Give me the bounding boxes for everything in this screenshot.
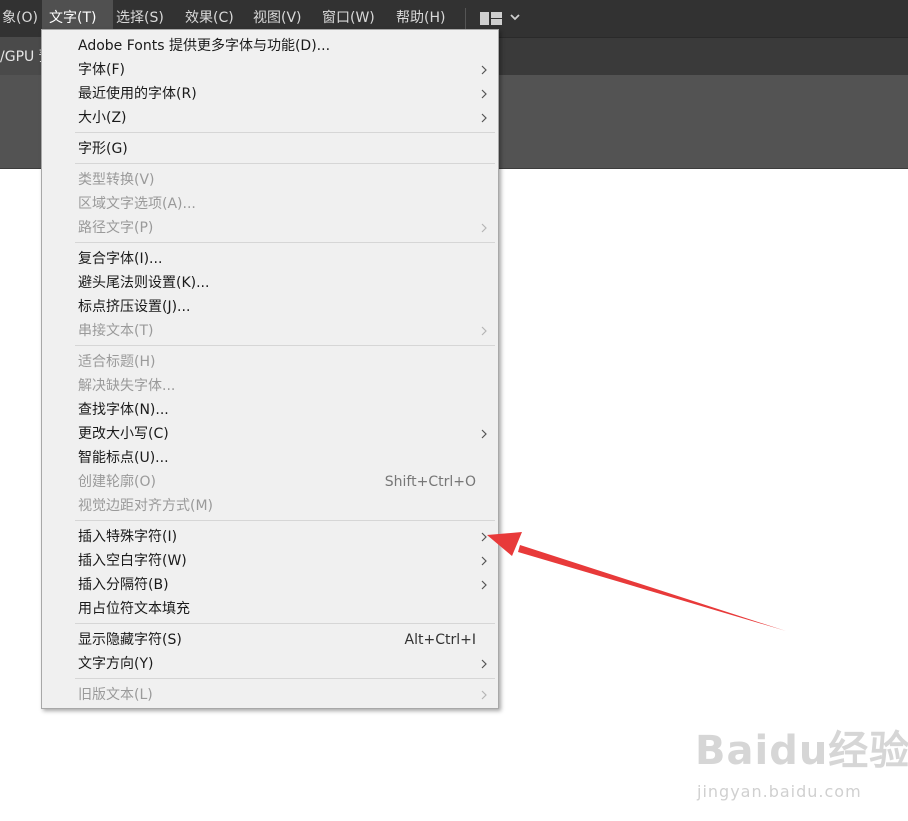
menu-item-label: 标点挤压设置(J)... — [78, 299, 191, 315]
menu-item-type-orientation[interactable]: 文字方向(Y) — [42, 652, 498, 676]
menu-item-label: 显示隐藏字符(S) — [78, 632, 182, 648]
submenu-arrow-icon — [481, 556, 487, 566]
menu-item-smart-punctuation[interactable]: 智能标点(U)... — [42, 446, 498, 470]
menu-item-label: 类型转换(V) — [78, 172, 155, 188]
submenu-arrow-icon — [481, 659, 487, 669]
chevron-down-icon[interactable] — [509, 11, 521, 23]
menu-item-label: 避头尾法则设置(K)... — [78, 275, 210, 291]
menu-item-insert-whitespace[interactable]: 插入空白字符(W) — [42, 549, 498, 573]
menu-item-glyphs[interactable]: 字形(G) — [42, 137, 498, 161]
menu-item-kinsoku-settings[interactable]: 避头尾法则设置(K)... — [42, 271, 498, 295]
submenu-arrow-icon — [481, 690, 487, 700]
menu-item-find-font[interactable]: 查找字体(N)... — [42, 398, 498, 422]
shortcut-label: Alt+Ctrl+I — [404, 632, 476, 648]
menu-item-label: 插入特殊字符(I) — [78, 529, 178, 545]
menu-separator — [75, 132, 495, 133]
baidu-watermark: Baidu经验 jingyan.baidu.com — [695, 718, 908, 818]
menu-item-label: 大小(Z) — [78, 110, 127, 126]
menu-item-label: 用占位符文本填充 — [78, 601, 190, 617]
menu-item-change-case[interactable]: 更改大小写(C) — [42, 422, 498, 446]
menu-item-label: 区域文字选项(A)... — [78, 196, 196, 212]
menu-item-insert-break[interactable]: 插入分隔符(B) — [42, 573, 498, 597]
menu-separator — [75, 242, 495, 243]
menu-item-legacy-text: 旧版文本(L) — [42, 683, 498, 707]
submenu-arrow-icon — [481, 89, 487, 99]
menu-separator — [75, 163, 495, 164]
watermark-logo: Baidu经验 — [695, 728, 908, 774]
menu-object[interactable]: 象(O) — [0, 0, 42, 37]
menu-item-label: 串接文本(T) — [78, 323, 154, 339]
menu-item-label: 智能标点(U)... — [78, 450, 169, 466]
submenu-arrow-icon — [481, 223, 487, 233]
menu-item-fill-placeholder-text[interactable]: 用占位符文本填充 — [42, 597, 498, 621]
submenu-arrow-icon — [481, 326, 487, 336]
menu-separator — [75, 520, 495, 521]
menu-item-font[interactable]: 字体(F) — [42, 58, 498, 82]
menu-item-threaded-text: 串接文本(T) — [42, 319, 498, 343]
menu-item-label: 路径文字(P) — [78, 220, 154, 236]
menu-item-show-hidden-characters[interactable]: 显示隐藏字符(S) Alt+Ctrl+I — [42, 628, 498, 652]
menu-item-label: 查找字体(N)... — [78, 402, 169, 418]
menu-item-convert-type: 类型转换(V) — [42, 168, 498, 192]
menu-item-label: 插入分隔符(B) — [78, 577, 169, 593]
menu-item-label: 创建轮廓(O) — [78, 474, 156, 490]
menu-item-fit-headline: 适合标题(H) — [42, 350, 498, 374]
menu-item-label: 更改大小写(C) — [78, 426, 169, 442]
watermark-url: jingyan.baidu.com — [697, 782, 862, 801]
type-menu-dropdown: Adobe Fonts 提供更多字体与功能(D)... 字体(F) 最近使用的字… — [41, 29, 499, 709]
menu-separator — [75, 623, 495, 624]
menu-item-label: Adobe Fonts 提供更多字体与功能(D)... — [78, 38, 331, 54]
menu-item-insert-special-character[interactable]: 插入特殊字符(I) — [42, 525, 498, 549]
menu-item-label: 解决缺失字体... — [78, 378, 176, 394]
menu-item-label: 文字方向(Y) — [78, 656, 154, 672]
menubar-divider — [465, 8, 466, 29]
menu-item-label: 适合标题(H) — [78, 354, 156, 370]
menu-item-label: 字形(G) — [78, 141, 128, 157]
menu-item-label: 插入空白字符(W) — [78, 553, 187, 569]
submenu-arrow-icon — [481, 532, 487, 542]
menu-item-optical-margin-alignment: 视觉边距对齐方式(M) — [42, 494, 498, 518]
menu-item-type-on-path: 路径文字(P) — [42, 216, 498, 240]
menu-separator — [75, 345, 495, 346]
menu-item-label: 视觉边距对齐方式(M) — [78, 498, 214, 514]
menu-item-composite-fonts[interactable]: 复合字体(I)... — [42, 247, 498, 271]
menu-item-resolve-missing-fonts: 解决缺失字体... — [42, 374, 498, 398]
submenu-arrow-icon — [481, 580, 487, 590]
menu-item-recent-fonts[interactable]: 最近使用的字体(R) — [42, 82, 498, 106]
shortcut-label: Shift+Ctrl+O — [384, 474, 476, 490]
menu-item-label: 最近使用的字体(R) — [78, 86, 197, 102]
submenu-arrow-icon — [481, 65, 487, 75]
menu-item-size[interactable]: 大小(Z) — [42, 106, 498, 130]
menu-item-create-outlines: 创建轮廓(O) Shift+Ctrl+O — [42, 470, 498, 494]
menu-item-area-type-options: 区域文字选项(A)... — [42, 192, 498, 216]
menu-item-label: 字体(F) — [78, 62, 125, 78]
menu-item-mojikumi-settings[interactable]: 标点挤压设置(J)... — [42, 295, 498, 319]
menu-separator — [75, 678, 495, 679]
workspace-layout-icon[interactable] — [480, 12, 502, 25]
document-tab[interactable]: /GPU 预 — [0, 37, 42, 75]
menu-item-adobe-fonts[interactable]: Adobe Fonts 提供更多字体与功能(D)... — [42, 34, 498, 58]
menu-item-label: 旧版文本(L) — [78, 687, 153, 703]
menu-item-label: 复合字体(I)... — [78, 251, 163, 267]
submenu-arrow-icon — [481, 429, 487, 439]
submenu-arrow-icon — [481, 113, 487, 123]
document-tab-label: /GPU 预 — [0, 49, 42, 65]
